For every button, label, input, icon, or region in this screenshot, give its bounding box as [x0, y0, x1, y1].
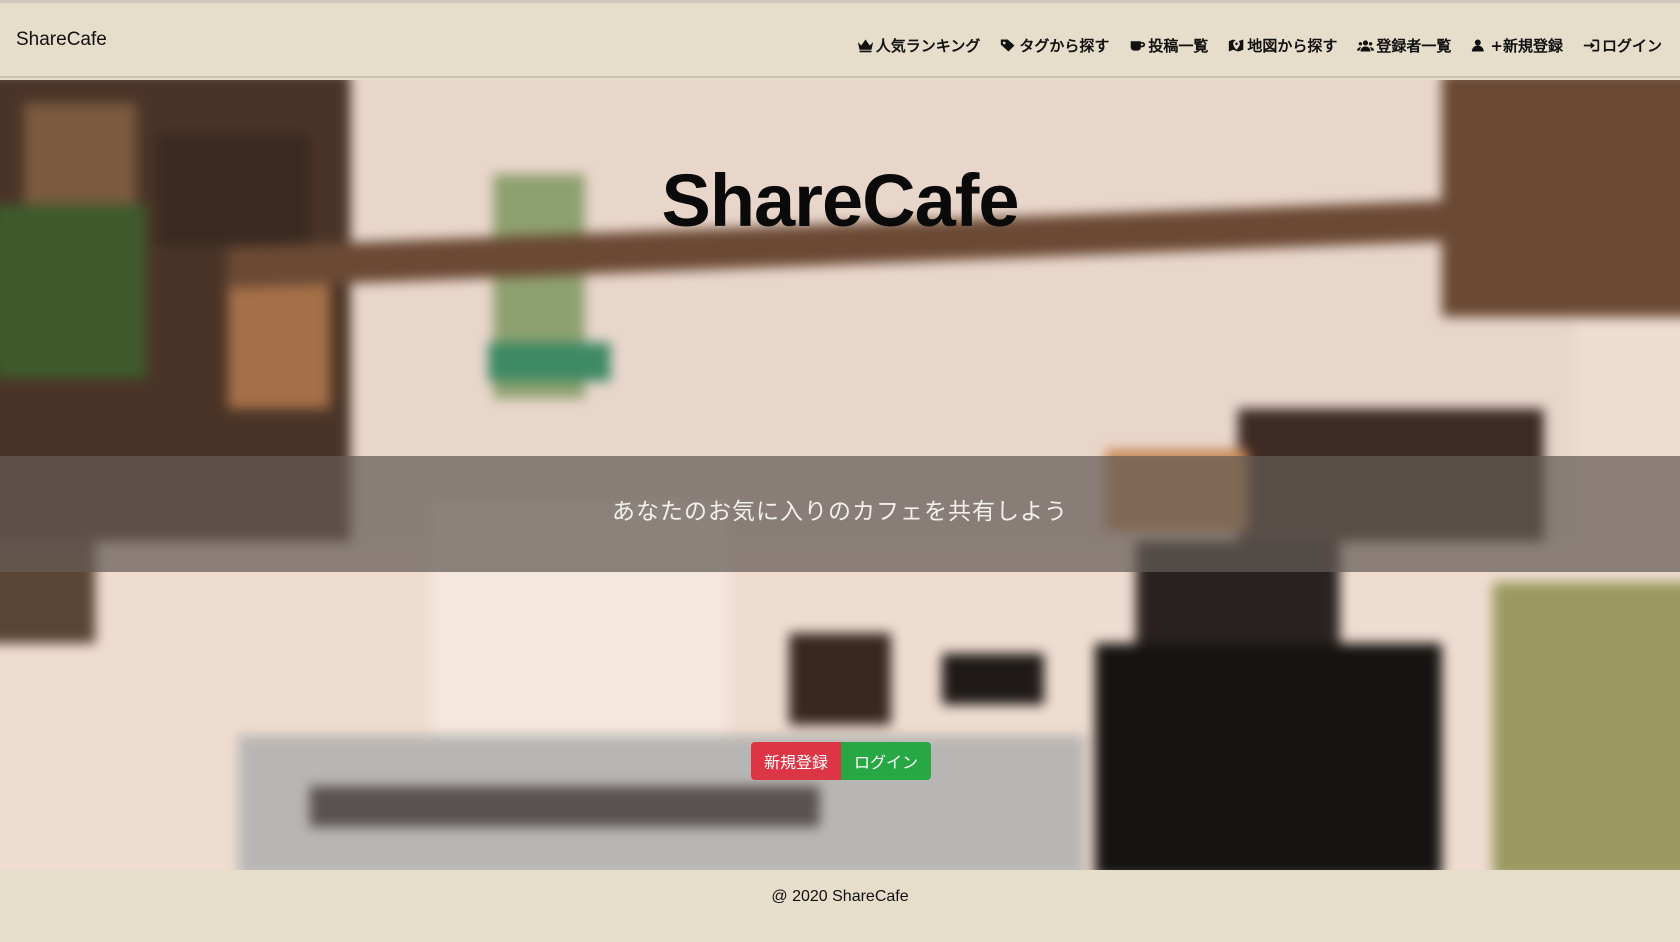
cta-button-group: 新規登録 ログイン	[751, 742, 932, 780]
user-plus-icon	[1472, 39, 1485, 52]
crown-icon	[857, 39, 873, 53]
login-button[interactable]: ログイン	[841, 742, 932, 780]
users-icon	[1357, 40, 1375, 52]
nav-ranking[interactable]: 人気ランキング	[857, 35, 981, 56]
nav-users[interactable]: 登録者一覧	[1357, 35, 1451, 56]
hero-tagline: あなたのお気に入りのカフェを共有しよう	[612, 499, 1068, 525]
nav-register[interactable]: +新規登録	[1471, 35, 1563, 56]
nav-map[interactable]: 地図から探す	[1228, 35, 1337, 56]
nav-map-label: 地図から探す	[1247, 37, 1338, 55]
tags-icon	[1001, 39, 1015, 52]
nav-ranking-label: 人気ランキング	[875, 37, 981, 55]
nav-posts[interactable]: 投稿一覧	[1129, 35, 1208, 56]
hero-title: ShareCafe	[661, 159, 1019, 242]
navbar: ShareCafe 人気ランキング タグから探す 投稿一覧 地図から探す 登録者…	[0, 0, 1680, 78]
nav-login[interactable]: ログイン	[1583, 35, 1662, 56]
sign-in-icon	[1583, 39, 1600, 52]
map-icon	[1229, 39, 1244, 52]
footer-copyright: @ 2020 ShareCafe	[771, 888, 909, 905]
nav-tags-label: タグから探す	[1019, 37, 1110, 55]
register-button[interactable]: 新規登録	[751, 742, 842, 780]
nav-users-label: 登録者一覧	[1376, 37, 1452, 55]
nav-menu: 人気ランキング タグから探す 投稿一覧 地図から探す 登録者一覧 +新規登録 ロ…	[857, 35, 1662, 56]
hero-section: ShareCafe あなたのお気に入りのカフェを共有しよう 新規登録 ログイン	[0, 80, 1680, 870]
nav-login-label: ログイン	[1601, 37, 1662, 55]
coffee-icon	[1131, 41, 1146, 51]
nav-register-label: +新規登録	[1490, 37, 1563, 55]
nav-tags[interactable]: タグから探す	[1000, 35, 1109, 56]
footer: @ 2020 ShareCafe	[0, 870, 1680, 942]
nav-posts-label: 投稿一覧	[1148, 37, 1209, 55]
brand-link[interactable]: ShareCafe	[16, 29, 107, 51]
